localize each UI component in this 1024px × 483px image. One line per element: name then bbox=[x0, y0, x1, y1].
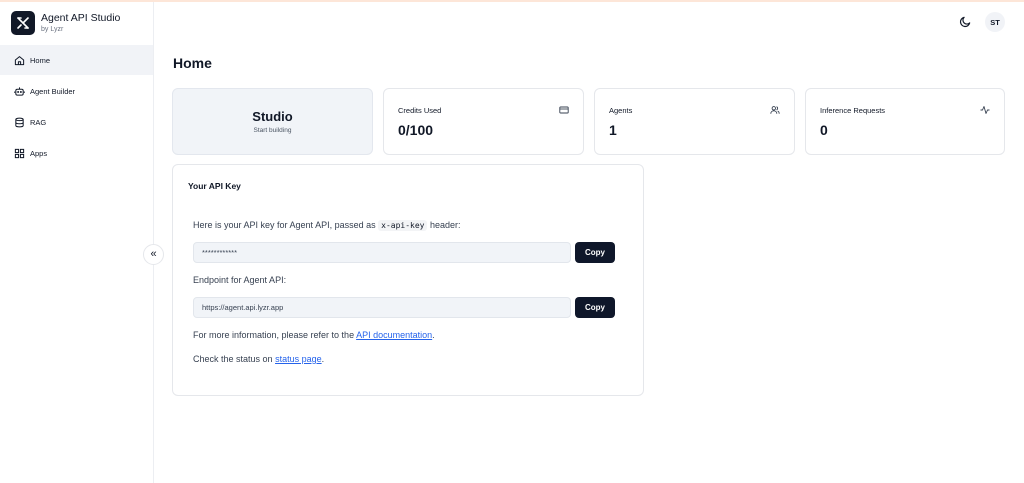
stat-card-agents: Agents 1 bbox=[594, 88, 795, 155]
avatar[interactable]: ST bbox=[985, 12, 1005, 32]
stat-card-inference: Inference Requests 0 bbox=[805, 88, 1005, 155]
home-icon bbox=[14, 55, 25, 65]
chevrons-left-icon: « bbox=[150, 248, 157, 260]
stat-value: 0/100 bbox=[398, 122, 434, 138]
studio-card[interactable]: Studio Start building bbox=[172, 88, 373, 155]
brand[interactable]: Agent API Studio by Lyzr bbox=[0, 2, 153, 44]
api-key-intro: Here is your API key for Agent API, pass… bbox=[193, 220, 461, 231]
status-info: Check the status on status page. bbox=[193, 354, 324, 364]
stat-value: 1 bbox=[609, 122, 617, 138]
stat-label: Agents bbox=[609, 106, 633, 115]
page-title: Home bbox=[173, 55, 212, 71]
sidebar-item-rag[interactable]: RAG bbox=[0, 107, 153, 137]
api-key-panel: Your API Key Here is your API key for Ag… bbox=[172, 164, 644, 396]
bot-icon bbox=[14, 86, 25, 96]
intro-text: Here is your API key for Agent API, pass… bbox=[193, 220, 376, 230]
sidebar-item-apps[interactable]: Apps bbox=[0, 138, 153, 168]
docs-info-end: . bbox=[432, 330, 435, 340]
sidebar-item-label: RAG bbox=[30, 117, 47, 127]
sidebar-item-label: Home bbox=[30, 55, 51, 65]
status-info-end: . bbox=[321, 354, 325, 364]
sidebar-item-home[interactable]: Home bbox=[0, 45, 153, 75]
studio-card-subtitle: Start building bbox=[253, 127, 292, 134]
users-icon bbox=[770, 106, 780, 114]
sidebar: Agent API Studio by Lyzr Home Agent Buil… bbox=[0, 2, 154, 483]
activity-icon bbox=[980, 106, 990, 114]
endpoint-field[interactable]: https://agent.api.lyzr.app bbox=[193, 297, 571, 318]
status-info-text: Check the status on bbox=[193, 354, 273, 364]
intro-text-end: header: bbox=[430, 220, 461, 230]
stat-card-credits: Credits Used 0/100 bbox=[383, 88, 584, 155]
lyzr-logo-icon bbox=[11, 11, 35, 35]
sidebar-item-agent-builder[interactable]: Agent Builder bbox=[0, 76, 153, 106]
copy-api-key-button[interactable]: Copy bbox=[575, 242, 615, 263]
apps-grid-icon bbox=[14, 148, 25, 158]
credit-card-icon bbox=[559, 106, 569, 114]
stat-label: Inference Requests bbox=[820, 106, 886, 115]
brand-subtitle: by Lyzr bbox=[41, 26, 64, 33]
header-code: x-api-key bbox=[378, 220, 428, 231]
docs-info: For more information, please refer to th… bbox=[193, 330, 435, 340]
sidebar-item-label: Agent Builder bbox=[30, 86, 76, 96]
copy-endpoint-button[interactable]: Copy bbox=[575, 297, 615, 318]
docs-info-text: For more information, please refer to th… bbox=[193, 330, 355, 340]
collapse-sidebar-button[interactable]: « bbox=[143, 244, 164, 265]
endpoint-label: Endpoint for Agent API: bbox=[193, 275, 287, 285]
api-key-field[interactable]: ************ bbox=[193, 242, 571, 263]
studio-card-title: Studio bbox=[252, 109, 293, 124]
database-icon bbox=[15, 117, 24, 127]
api-key-title: Your API Key bbox=[188, 181, 241, 191]
sidebar-nav: Home Agent Builder RAG Apps bbox=[0, 45, 153, 168]
status-page-link[interactable]: status page bbox=[275, 354, 322, 364]
stat-value: 0 bbox=[820, 122, 828, 138]
sidebar-item-label: Apps bbox=[30, 148, 48, 158]
stat-label: Credits Used bbox=[398, 106, 442, 115]
brand-title: Agent API Studio bbox=[41, 12, 121, 24]
moon-icon[interactable] bbox=[959, 15, 972, 28]
api-documentation-link[interactable]: API documentation bbox=[356, 330, 432, 340]
